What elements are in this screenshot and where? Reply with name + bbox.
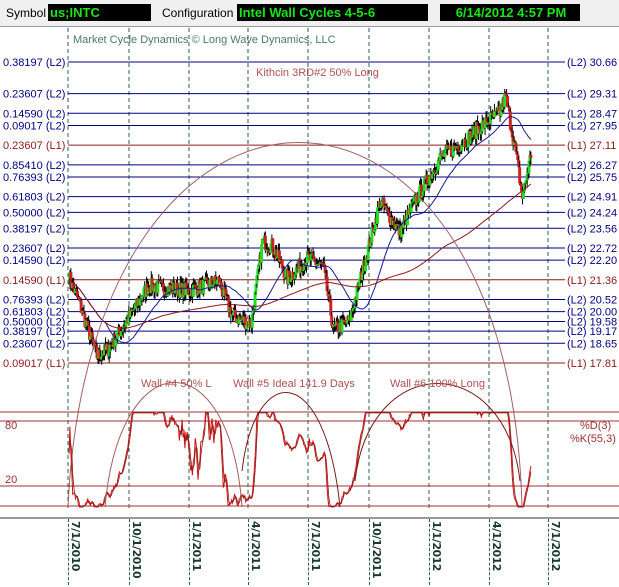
fib-level-left-label: 0.38197 (L2) [3,223,65,235]
fib-level-left-label: 0.14590 (L1) [3,275,65,287]
candle-body [202,279,206,294]
fib-level-left-label: 0.38197 (L2) [3,57,65,69]
fib-level-left-label: 0.23607 (L1) [3,140,65,152]
date-tick-label: 10/1/2011 [370,521,383,579]
candle-body [91,339,95,343]
fib-level-right-label: (L2) 24.24 [567,207,617,219]
fib-level-right-label: (L2) 18.65 [567,338,617,350]
wall-cycle-arc [354,383,521,482]
fib-level-right-label: (L2) 24.91 [567,192,617,204]
date-tick-label: 4/1/2012 [490,521,503,571]
configuration-select[interactable]: Intel Wall Cycles 4-5-6 [237,4,428,21]
date-tick-label: 1/1/2012 [430,521,443,571]
fib-level-left-label: 0.61803 (L2) [3,192,65,204]
fib-level-right-label: (L2) 19.17 [567,326,617,338]
fib-level-right-label: (L2) 20.52 [567,294,617,306]
wall-cycle-label: Wall #6 100% Long [390,378,485,390]
price-chart[interactable]: 0.38197 (L2) (L2) 30.66 0.23607 (L2) (L2) 2… [0,26,619,517]
fib-level-right-label: (L2) 22.20 [567,255,617,267]
date-tick-label: 7/1/2011 [309,521,322,571]
candle-body [260,243,264,263]
fib-level-left-label: 0.23607 (L2) [3,338,65,350]
date-tick-label: 1/1/2011 [190,521,203,571]
date-tick-label: 10/1/2010 [130,521,143,579]
wall-cycle-label: Wall #5 Ideal 141.9 Days [233,378,355,390]
date-tick-label: 7/1/2010 [69,521,82,571]
toolbar: Symbol us;INTC Configuration Intel Wall … [0,0,619,26]
candle-body [425,175,429,185]
candle-body [436,159,440,171]
fib-level-right-label: (L2) 22.72 [567,243,617,255]
stoch-d-label: %D(3) [580,420,611,432]
candle-body [261,239,265,244]
datetime-display: 6/14/2012 4:57 PM [440,4,580,21]
symbol-label: Symbol [6,6,47,20]
fib-level-left-label: 0.23607 (L2) [3,89,65,101]
kithcin-cycle-label: Kithcin 3RD#2 50% Long [256,67,379,79]
candle-body [492,110,496,118]
candle-body [363,265,367,272]
candle-body [77,296,81,301]
symbol-input[interactable]: us;INTC [48,4,151,21]
kithcin-cycle-arc [67,142,523,508]
stoch-20-label: 20 [5,474,17,486]
stochastic-k-line [68,412,532,508]
fib-level-right-label: (L2) 27.95 [567,120,617,132]
configuration-label: Configuration [162,6,234,20]
fib-level-left-label: 0.38197 (L2) [3,326,65,338]
wall-cycle-label: Wall #4 50% L [141,378,212,390]
candle-body [271,238,275,252]
fib-level-right-label: (L2) 29.31 [567,89,617,101]
stoch-k-label: %K(55,3) [570,433,616,445]
candle-body [518,167,522,184]
candle-body [114,340,118,347]
fib-level-right-label: (L2) 30.66 [567,57,617,69]
copyright-text: Market Cycle Dynamics © Long Wave Dynami… [73,34,336,46]
stoch-80-label: 80 [5,420,17,432]
fib-level-right-label: (L2) 25.75 [567,172,617,184]
fib-level-left-label: 0.23607 (L2) [3,243,65,255]
fib-level-left-label: 0.76393 (L2) [3,294,65,306]
fib-level-left-label: 0.09017 (L2) [3,120,65,132]
fib-level-left-label: 0.14590 (L2) [3,255,65,267]
candle-body [443,152,447,158]
fib-level-right-label: (L2) 26.27 [567,160,617,172]
fib-level-right-label: (L1) 17.81 [567,358,617,370]
fib-level-right-label: (L2) 28.47 [567,108,617,120]
date-tick-label: 4/1/2011 [249,521,262,571]
date-axis: 7/1/2010 10/1/2010 1/1/2011 4/1/2011 7/1/201… [0,517,619,587]
fib-level-right-label: (L1) 27.11 [567,140,616,152]
date-tick-label: 7/1/2012 [549,521,562,571]
candle-body [508,111,512,130]
fib-level-left-label: 0.85410 (L2) [3,160,65,172]
candle-body [529,154,533,159]
fib-level-right-label: (L2) 23.56 [567,223,617,235]
fib-level-left-label: 0.76393 (L2) [3,172,65,184]
fib-level-left-label: 0.14590 (L2) [3,108,65,120]
fib-level-left-label: 0.09017 (L1) [3,358,65,370]
fib-level-left-label: 0.50000 (L2) [3,207,65,219]
stochastic-d-line [68,412,532,508]
fib-level-right-label: (L1) 21.36 [567,275,617,287]
